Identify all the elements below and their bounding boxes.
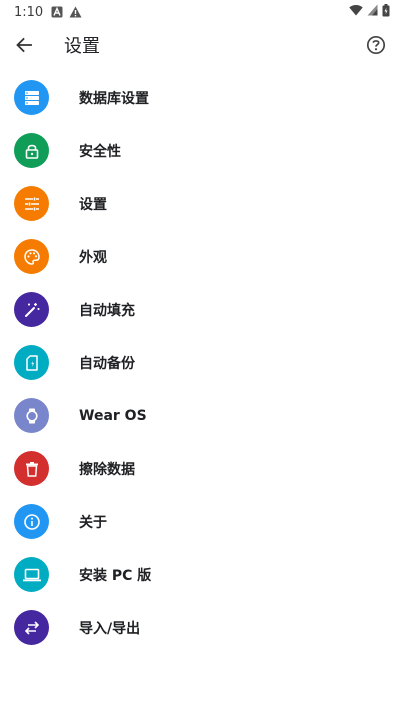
- menu-item-label: 安装 PC 版: [79, 567, 152, 584]
- menu-item-label: 外观: [79, 249, 107, 266]
- sd-card-icon: [14, 345, 49, 380]
- menu-item-label: 自动备份: [79, 355, 135, 372]
- menu-item-label: 设置: [79, 196, 107, 213]
- battery-icon: [382, 3, 390, 21]
- menu-item-wear-os[interactable]: Wear OS: [0, 389, 400, 442]
- back-button[interactable]: [10, 33, 38, 61]
- lock-icon: [14, 133, 49, 168]
- help-button[interactable]: [362, 33, 390, 61]
- menu-item-appearance[interactable]: 外观: [0, 230, 400, 283]
- warning-icon: [69, 6, 82, 18]
- menu-item-auto-backup[interactable]: 自动备份: [0, 336, 400, 389]
- menu-item-label: Wear OS: [79, 407, 147, 424]
- page-title: 设置: [64, 36, 100, 57]
- menu-item-label: 安全性: [79, 143, 121, 160]
- menu-item-settings[interactable]: 设置: [0, 177, 400, 230]
- menu-item-label: 关于: [79, 514, 107, 531]
- a-notification-icon: [51, 6, 63, 18]
- wifi-icon: [349, 4, 363, 20]
- menu-item-erase-data[interactable]: 擦除数据: [0, 442, 400, 495]
- laptop-icon: [14, 557, 49, 592]
- menu-item-about[interactable]: 关于: [0, 495, 400, 548]
- app-bar: 设置: [0, 24, 400, 70]
- menu-item-label: 自动填充: [79, 302, 135, 319]
- menu-item-label: 导入/导出: [79, 620, 141, 637]
- menu-item-security[interactable]: 安全性: [0, 124, 400, 177]
- menu-item-autofill[interactable]: 自动填充: [0, 283, 400, 336]
- magic-wand-icon: [14, 292, 49, 327]
- menu-item-database-settings[interactable]: 数据库设置: [0, 71, 400, 124]
- menu-item-install-pc[interactable]: 安装 PC 版: [0, 548, 400, 601]
- status-time: 1:10: [14, 4, 44, 20]
- arrow-back-icon: [15, 36, 33, 58]
- menu-item-label: 擦除数据: [79, 461, 135, 478]
- watch-icon: [14, 398, 49, 433]
- info-icon: [14, 504, 49, 539]
- menu-item-label: 数据库设置: [79, 90, 149, 107]
- trash-icon: [14, 451, 49, 486]
- tune-icon: [14, 186, 49, 221]
- database-icon: [14, 80, 49, 115]
- help-circle-icon: [366, 35, 386, 59]
- swap-icon: [14, 610, 49, 645]
- palette-icon: [14, 239, 49, 274]
- menu-item-import-export[interactable]: 导入/导出: [0, 601, 400, 654]
- status-bar: 1:10: [0, 0, 400, 24]
- signal-icon: [367, 4, 378, 20]
- settings-menu-list: 数据库设置 安全性 设置 外观 自动填充 自动备份 Wear OS 擦除数据 关…: [0, 71, 400, 654]
